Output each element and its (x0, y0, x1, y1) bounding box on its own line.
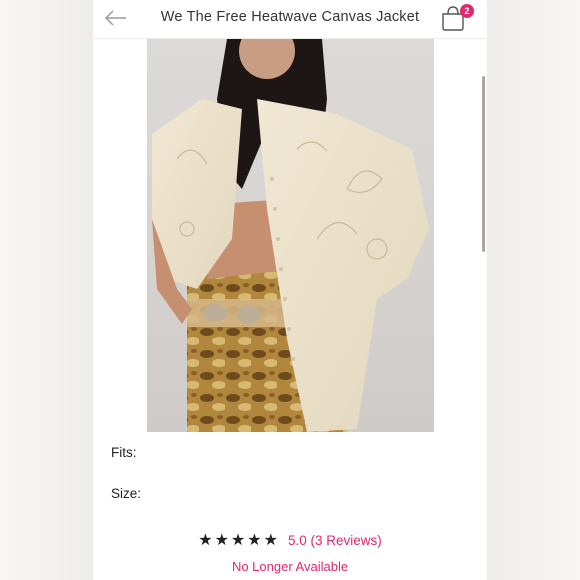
bag-count-badge: 2 (460, 4, 474, 18)
arrow-left-icon (104, 10, 126, 26)
page-title: We The Free Heatwave Canvas Jacket (160, 9, 420, 25)
rating-row[interactable]: ★★★★★ 5.0 (3 Reviews) (93, 530, 487, 550)
availability-status: No Longer Available (231, 559, 349, 574)
product-photo (147, 39, 434, 432)
shopping-bag-button[interactable]: 2 (439, 4, 474, 32)
fits-label: Fits: (111, 445, 137, 460)
product-image[interactable] (147, 39, 434, 432)
back-button[interactable] (101, 4, 131, 32)
reviews-link[interactable]: 5.0 (3 Reviews) (288, 533, 382, 548)
scrollbar[interactable] (482, 76, 485, 252)
star-rating-icon: ★★★★★ (198, 532, 280, 549)
right-backdrop (487, 0, 580, 580)
left-backdrop (0, 0, 93, 580)
size-label: Size: (111, 486, 142, 501)
product-screen: We The Free Heatwave Canvas Jacket 2 Fit… (93, 0, 487, 580)
top-bar: We The Free Heatwave Canvas Jacket 2 (93, 0, 487, 39)
